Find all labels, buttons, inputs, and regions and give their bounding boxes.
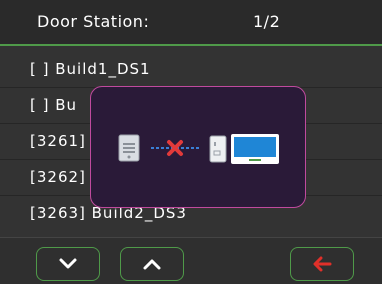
list-item-label: [3261] — [30, 132, 86, 150]
connection-error-dialog — [90, 86, 306, 208]
page-indicator: 1/2 — [253, 12, 281, 31]
door-station-screen: Door Station: 1/2 [ ] Build1_DS1 [ ] Bu … — [0, 0, 382, 284]
page-title: Door Station: — [37, 12, 150, 31]
list-item-label: [ ] Bu — [30, 96, 78, 114]
page-up-button[interactable] — [120, 247, 184, 281]
door-station-device-icon — [118, 134, 140, 162]
chevron-down-icon — [59, 258, 77, 269]
indoor-monitor-icon — [209, 134, 279, 164]
list-item-label: [ ] Build1_DS1 — [30, 60, 151, 78]
footer-bar — [0, 237, 382, 284]
list-item-label: [3262] — [30, 168, 86, 186]
header-bar: Door Station: 1/2 — [0, 0, 382, 46]
page-down-button[interactable] — [36, 247, 100, 281]
chevron-up-icon — [143, 259, 161, 270]
back-arrow-icon — [313, 256, 332, 272]
disconnected-link-icon — [151, 140, 201, 156]
back-button[interactable] — [290, 247, 354, 281]
list-item[interactable]: [ ] Build1_DS1 — [0, 52, 382, 88]
